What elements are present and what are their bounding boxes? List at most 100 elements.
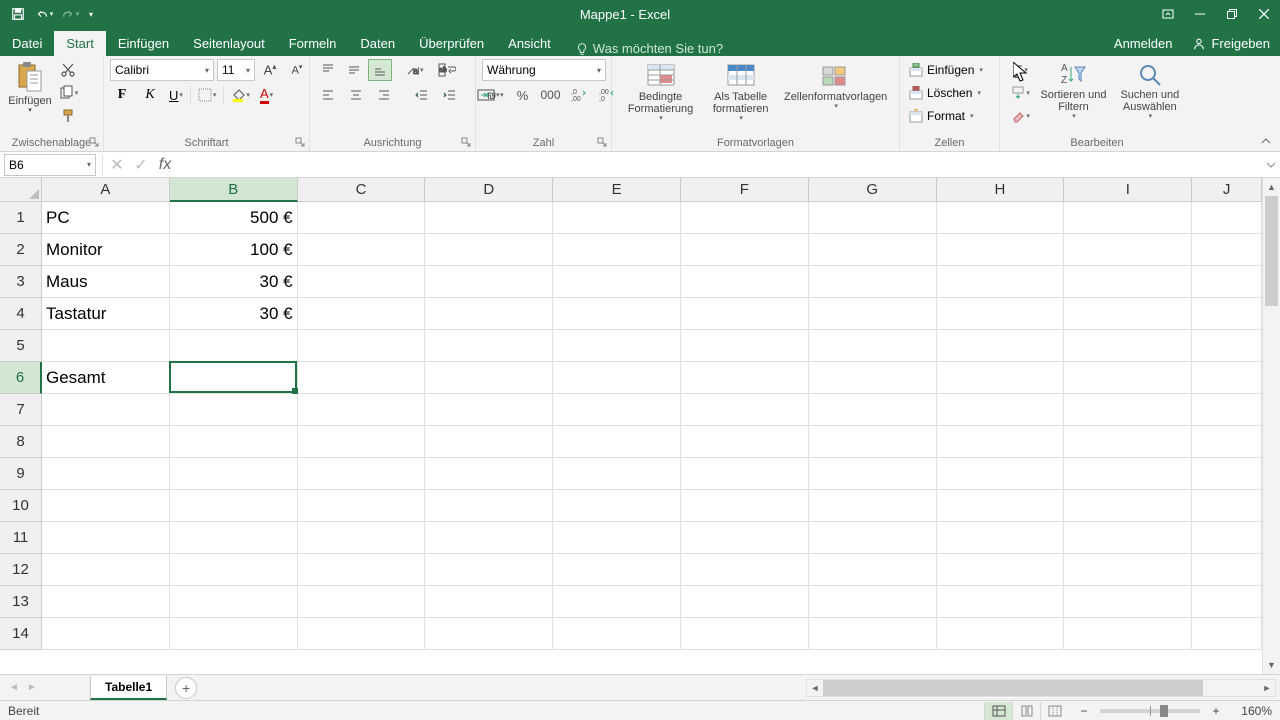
cell-I2[interactable] — [1064, 234, 1192, 266]
cell-I11[interactable] — [1064, 522, 1192, 554]
row-header-8[interactable]: 8 — [0, 426, 42, 458]
cut-button[interactable] — [56, 59, 80, 81]
conditional-formatting-button[interactable]: Bedingte Formatierung▾ — [618, 59, 703, 125]
cell-C4[interactable] — [298, 298, 426, 330]
font-launcher-icon[interactable] — [295, 137, 307, 149]
align-left-button[interactable] — [316, 84, 340, 106]
row-header-1[interactable]: 1 — [0, 202, 42, 234]
cell-J14[interactable] — [1192, 618, 1262, 650]
cell-D5[interactable] — [425, 330, 553, 362]
cell-A1[interactable]: PC — [42, 202, 170, 234]
cell-J11[interactable] — [1192, 522, 1262, 554]
cell-J10[interactable] — [1192, 490, 1262, 522]
cell-C13[interactable] — [298, 586, 426, 618]
row-header-6[interactable]: 6 — [0, 362, 42, 394]
insert-cells-button[interactable]: Einfügen▾ — [906, 59, 994, 81]
cell-B1[interactable]: 500 € — [170, 202, 298, 234]
scroll-left-icon[interactable]: ◄ — [807, 680, 823, 696]
vertical-scrollbar[interactable]: ▲ ▼ — [1262, 178, 1280, 674]
collapse-ribbon-icon[interactable] — [1258, 134, 1274, 148]
cell-H12[interactable] — [937, 554, 1065, 586]
decrease-indent-button[interactable] — [410, 84, 434, 106]
cell-H8[interactable] — [937, 426, 1065, 458]
cell-J5[interactable] — [1192, 330, 1262, 362]
fill-button[interactable]: ▾ — [1006, 82, 1035, 104]
row-header-5[interactable]: 5 — [0, 330, 42, 362]
tab-start[interactable]: Start — [54, 31, 105, 56]
undo-icon[interactable]: ▾ — [32, 2, 56, 26]
cell-D13[interactable] — [425, 586, 553, 618]
cell-I4[interactable] — [1064, 298, 1192, 330]
cell-I6[interactable] — [1064, 362, 1192, 394]
cell-G8[interactable] — [809, 426, 937, 458]
cell-E10[interactable] — [553, 490, 681, 522]
tab-file[interactable]: Datei — [0, 31, 54, 56]
format-as-table-button[interactable]: Als Tabelle formatieren▾ — [703, 59, 778, 125]
cell-F14[interactable] — [681, 618, 809, 650]
copy-button[interactable]: ▾ — [56, 82, 80, 104]
cell-J8[interactable] — [1192, 426, 1262, 458]
cell-C14[interactable] — [298, 618, 426, 650]
align-middle-button[interactable] — [342, 59, 366, 81]
row-header-10[interactable]: 10 — [0, 490, 42, 522]
cell-C9[interactable] — [298, 458, 426, 490]
cell-A13[interactable] — [42, 586, 170, 618]
cell-E14[interactable] — [553, 618, 681, 650]
row-header-12[interactable]: 12 — [0, 554, 42, 586]
zoom-in-button[interactable]: + — [1210, 705, 1222, 717]
paste-button[interactable]: Einfügen ▾ — [6, 59, 54, 117]
column-header-E[interactable]: E — [553, 178, 681, 202]
tab-review[interactable]: Überprüfen — [407, 31, 496, 56]
cell-I13[interactable] — [1064, 586, 1192, 618]
font-color-button[interactable]: A▾ — [257, 84, 276, 106]
column-header-I[interactable]: I — [1064, 178, 1192, 202]
sheet-tab[interactable]: Tabelle1 — [90, 676, 167, 700]
cell-H10[interactable] — [937, 490, 1065, 522]
cell-H9[interactable] — [937, 458, 1065, 490]
cell-B9[interactable] — [170, 458, 298, 490]
cell-E13[interactable] — [553, 586, 681, 618]
cell-E8[interactable] — [553, 426, 681, 458]
view-normal-button[interactable] — [984, 702, 1012, 720]
cell-A14[interactable] — [42, 618, 170, 650]
cell-B12[interactable] — [170, 554, 298, 586]
cell-B11[interactable] — [170, 522, 298, 554]
zoom-out-button[interactable]: − — [1078, 705, 1090, 717]
column-header-H[interactable]: H — [937, 178, 1065, 202]
cell-F1[interactable] — [681, 202, 809, 234]
scroll-thumb-vertical[interactable] — [1265, 196, 1278, 306]
number-format-combo[interactable]: Währung▾ — [482, 59, 606, 81]
sheet-nav-prev-icon[interactable]: ◄ — [6, 678, 22, 698]
scroll-thumb-horizontal[interactable] — [823, 680, 1203, 696]
clear-button[interactable]: ▾ — [1006, 105, 1035, 127]
row-header-14[interactable]: 14 — [0, 618, 42, 650]
cell-I14[interactable] — [1064, 618, 1192, 650]
column-header-F[interactable]: F — [681, 178, 809, 202]
cell-G3[interactable] — [809, 266, 937, 298]
cell-F4[interactable] — [681, 298, 809, 330]
underline-button[interactable]: U▾ — [166, 84, 186, 106]
cell-A8[interactable] — [42, 426, 170, 458]
decrease-font-button[interactable]: A▾ — [285, 59, 309, 81]
save-icon[interactable] — [6, 2, 30, 26]
cell-D10[interactable] — [425, 490, 553, 522]
cell-C8[interactable] — [298, 426, 426, 458]
horizontal-scrollbar[interactable]: ◄ ► — [806, 679, 1276, 697]
cell-C11[interactable] — [298, 522, 426, 554]
cell-D4[interactable] — [425, 298, 553, 330]
cell-H6[interactable] — [937, 362, 1065, 394]
alignment-launcher-icon[interactable] — [461, 137, 473, 149]
cell-B7[interactable] — [170, 394, 298, 426]
cell-C1[interactable] — [298, 202, 426, 234]
sort-filter-button[interactable]: AZ Sortieren und Filtern▾ — [1035, 59, 1111, 123]
cell-F2[interactable] — [681, 234, 809, 266]
name-box[interactable]: B6▾ — [4, 154, 96, 176]
close-icon[interactable] — [1248, 0, 1280, 28]
cell-F3[interactable] — [681, 266, 809, 298]
cell-H7[interactable] — [937, 394, 1065, 426]
cell-H3[interactable] — [937, 266, 1065, 298]
autosum-button[interactable]: ∑▾ — [1006, 59, 1035, 81]
cell-B10[interactable] — [170, 490, 298, 522]
column-header-D[interactable]: D — [425, 178, 553, 202]
ribbon-display-options-icon[interactable] — [1152, 0, 1184, 28]
